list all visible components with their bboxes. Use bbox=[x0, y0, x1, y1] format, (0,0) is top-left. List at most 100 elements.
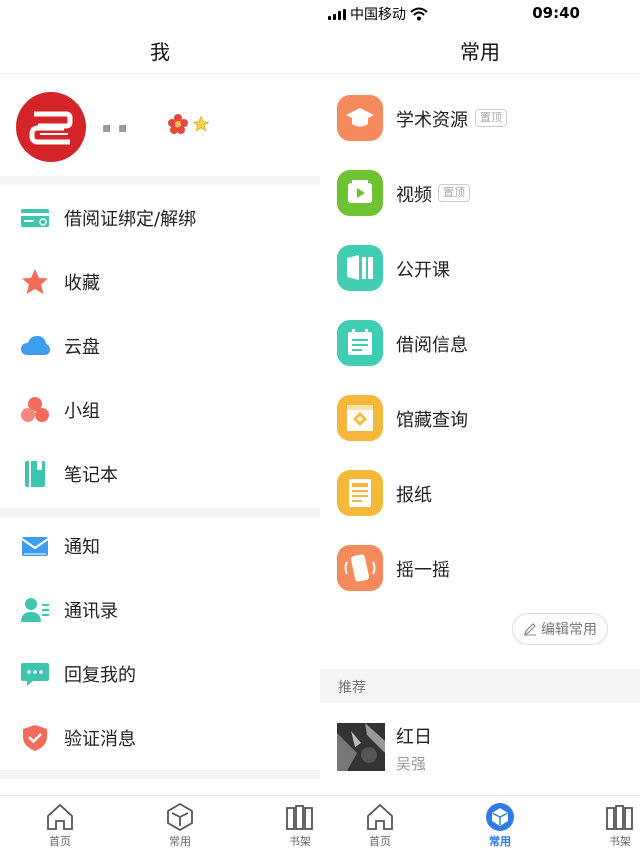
tab-bookshelf[interactable]: 书架 bbox=[590, 802, 640, 849]
pinned-badge: 置顶 bbox=[475, 109, 507, 127]
tab-bookshelf[interactable]: 书架 bbox=[270, 802, 320, 849]
tab-common[interactable]: 常用 bbox=[470, 802, 530, 849]
page-title: 常用 bbox=[460, 40, 500, 64]
profile-header[interactable]: ▪ ▪ bbox=[0, 84, 320, 174]
tab-home[interactable]: 首页 bbox=[30, 802, 90, 849]
page-title: 我 bbox=[150, 40, 170, 64]
tab-label: 常用 bbox=[489, 835, 511, 848]
username: ▪ ▪ bbox=[102, 120, 129, 136]
common-item-collection-search[interactable]: 馆藏查询 bbox=[320, 383, 640, 458]
contacts-icon bbox=[21, 598, 49, 622]
cube-icon bbox=[167, 802, 193, 832]
menu-item-verification[interactable]: 验证消息 bbox=[0, 706, 320, 770]
flower-badge-icon bbox=[168, 114, 188, 134]
bookshelf-icon bbox=[606, 805, 633, 830]
item-label: 馆藏查询 bbox=[396, 410, 468, 431]
home-icon bbox=[367, 803, 393, 830]
common-item-video[interactable]: 视频 置顶 bbox=[320, 158, 640, 233]
tab-label: 首页 bbox=[49, 835, 71, 848]
divider bbox=[320, 73, 640, 74]
tab-label: 书架 bbox=[609, 835, 631, 848]
tab-bar: 首页 常用 书架 bbox=[0, 795, 320, 853]
menu-item-group[interactable]: 小组 bbox=[0, 378, 320, 442]
item-label: 公开课 bbox=[396, 260, 450, 281]
menu-item-notifications[interactable]: 通知 bbox=[0, 514, 320, 578]
common-item-newspaper[interactable]: 报纸 bbox=[320, 458, 640, 533]
item-label: 学术资源 bbox=[396, 110, 468, 131]
library-logo-icon bbox=[29, 111, 73, 145]
menu-item-cloud[interactable]: 云盘 bbox=[0, 314, 320, 378]
user-badges bbox=[166, 112, 210, 136]
open-course-icon bbox=[337, 245, 383, 291]
star-icon bbox=[22, 269, 48, 294]
divider bbox=[0, 73, 320, 74]
star-badge-icon bbox=[192, 115, 210, 132]
library-card-icon bbox=[21, 209, 49, 227]
menu-item-notebook[interactable]: 笔记本 bbox=[0, 442, 320, 506]
item-label: 借阅信息 bbox=[396, 335, 468, 356]
menu-item-label: 回复我的 bbox=[64, 665, 136, 686]
common-screen: 中国移动 09:40 常用 学术资源 置顶 视频 置顶 公开课 借阅信息 馆藏查… bbox=[320, 0, 640, 853]
menu-item-label: 通讯录 bbox=[64, 601, 118, 622]
carrier-name: 中国移动 bbox=[350, 7, 406, 23]
shake-phone-icon bbox=[337, 545, 383, 591]
notebook-icon bbox=[25, 461, 45, 487]
clock: 09:40 bbox=[532, 4, 580, 22]
section-divider bbox=[0, 770, 320, 779]
menu-item-label: 笔记本 bbox=[64, 465, 118, 486]
tab-bar: 首页 常用 书架 bbox=[320, 795, 640, 853]
menu-item-label: 验证消息 bbox=[64, 729, 136, 750]
book-author: 吴强 bbox=[396, 755, 427, 773]
menu-item-label: 收藏 bbox=[64, 273, 100, 294]
graduation-cap-icon bbox=[337, 95, 383, 141]
recommend-header: 推荐 bbox=[320, 669, 640, 703]
collection-search-icon bbox=[337, 395, 383, 441]
bookshelf-icon bbox=[286, 805, 313, 830]
item-label: 视频 bbox=[396, 185, 432, 206]
pinned-badge: 置顶 bbox=[438, 184, 470, 202]
book-title: 红日 bbox=[396, 727, 432, 748]
status-bar: 中国移动 09:40 bbox=[320, 0, 640, 26]
tab-label: 书架 bbox=[289, 835, 311, 848]
video-play-icon bbox=[337, 170, 383, 216]
menu-item-contacts[interactable]: 通讯录 bbox=[0, 578, 320, 642]
tab-common[interactable]: 常用 bbox=[150, 802, 210, 849]
tab-label: 常用 bbox=[169, 835, 191, 848]
menu-item-label: 小组 bbox=[64, 401, 100, 422]
edit-common-button[interactable]: 编辑常用 bbox=[512, 613, 608, 645]
cloud-icon bbox=[21, 336, 50, 355]
common-item-shake[interactable]: 摇一摇 bbox=[320, 533, 640, 608]
menu-item-library-card[interactable]: 借阅证绑定/解绑 bbox=[0, 186, 320, 250]
menu-item-favorites[interactable]: 收藏 bbox=[0, 250, 320, 314]
section-divider bbox=[0, 176, 320, 185]
me-screen: 我 ▪ ▪ 借阅证绑定/解绑 收藏 云盘 小组 笔记本 通知 通讯录 回复我的 … bbox=[0, 0, 320, 853]
common-item-borrow-info[interactable]: 借阅信息 bbox=[320, 308, 640, 383]
edit-common-label: 编辑常用 bbox=[541, 622, 597, 638]
common-item-academic[interactable]: 学术资源 置顶 bbox=[320, 83, 640, 158]
menu-group-account: 借阅证绑定/解绑 收藏 云盘 小组 笔记本 bbox=[0, 186, 320, 506]
menu-item-label: 借阅证绑定/解绑 bbox=[64, 209, 197, 230]
book-cover[interactable] bbox=[337, 723, 385, 771]
tab-home[interactable]: 首页 bbox=[350, 802, 410, 849]
newspaper-icon bbox=[337, 470, 383, 516]
menu-group-messages: 通知 通讯录 回复我的 验证消息 bbox=[0, 514, 320, 770]
recommend-label: 推荐 bbox=[338, 680, 366, 696]
recommend-book[interactable]: 红日 吴强 bbox=[320, 713, 640, 793]
menu-item-replies[interactable]: 回复我的 bbox=[0, 642, 320, 706]
menu-item-label: 通知 bbox=[64, 537, 100, 558]
signal-icon bbox=[328, 8, 346, 20]
tab-label: 首页 bbox=[369, 835, 391, 848]
cube-icon bbox=[486, 803, 514, 831]
carrier-info: 中国移动 bbox=[328, 4, 428, 24]
chat-icon bbox=[21, 663, 49, 686]
avatar[interactable] bbox=[16, 92, 86, 162]
common-item-open-course[interactable]: 公开课 bbox=[320, 233, 640, 308]
shield-check-icon bbox=[23, 725, 47, 751]
home-icon bbox=[47, 803, 73, 830]
mail-icon bbox=[21, 537, 49, 556]
item-label: 摇一摇 bbox=[396, 560, 450, 581]
group-icon bbox=[21, 397, 49, 422]
item-label: 报纸 bbox=[396, 485, 432, 506]
borrow-calendar-icon bbox=[337, 320, 383, 366]
pencil-icon bbox=[524, 623, 536, 636]
